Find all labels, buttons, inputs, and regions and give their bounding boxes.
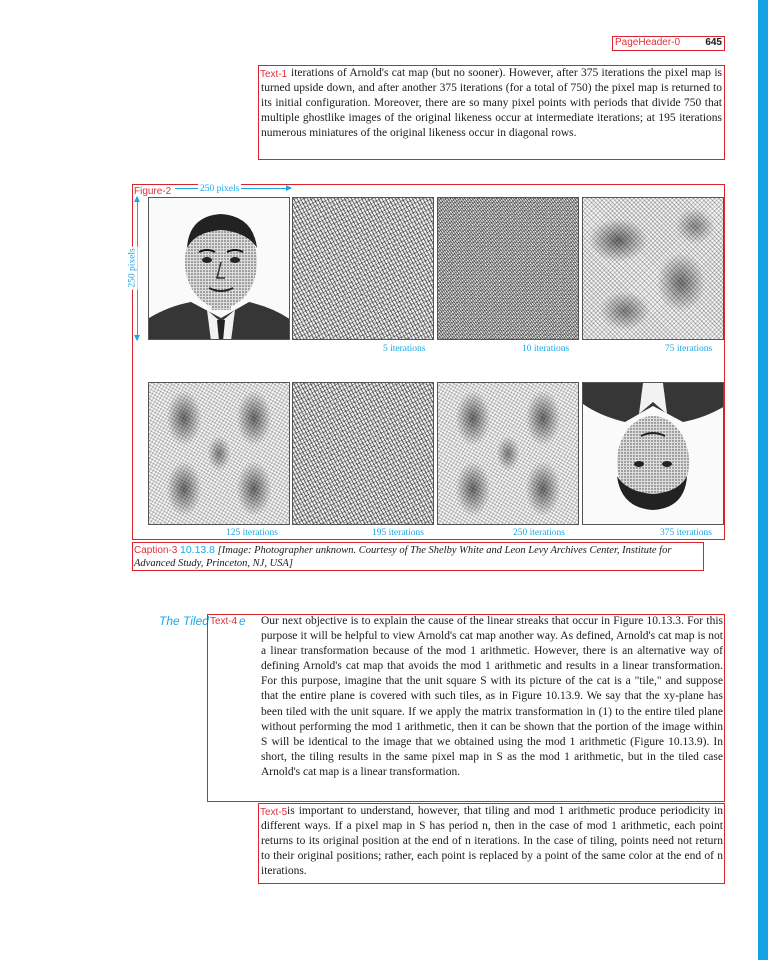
iter-label-125: 125 iterations	[226, 528, 278, 538]
text4-paragraph: Our next objective is to explain the cau…	[261, 615, 723, 778]
caption-number: 10.13.8	[179, 544, 216, 556]
iter-label-10: 10 iterations	[522, 344, 570, 354]
panel-375-iterations	[582, 382, 724, 525]
page-number: 645	[705, 37, 722, 48]
right-edge-bar	[758, 0, 768, 960]
height-label: 250 pixels	[127, 246, 138, 290]
upside-down-portrait-image	[583, 383, 723, 510]
iter-label-75: 75 iterations	[665, 344, 713, 354]
panel-10-iterations	[437, 197, 579, 340]
iter-label-195: 195 iterations	[372, 528, 424, 538]
text5-paragraph: is important to understand, however, tha…	[261, 805, 723, 878]
page-header-label: PageHeader-0	[614, 37, 682, 48]
text4-label: Text-4	[209, 616, 239, 627]
caption-text: [Image: Photographer unknown. Courtesy o…	[134, 545, 672, 569]
iter-label-5: 5 iterations	[383, 344, 426, 354]
portrait-panel	[148, 197, 290, 340]
text1-label: Text-1	[259, 69, 289, 80]
width-label: 250 pixels	[198, 184, 242, 194]
text1-paragraph: iterations of Arnold's cat map (but no s…	[261, 67, 722, 140]
panel-75-iterations	[582, 197, 724, 340]
section-heading-suffix: e	[239, 614, 246, 628]
caption: Caption-3 10.13.8 [Image: Photographer u…	[134, 544, 700, 570]
panel-125-iterations	[148, 382, 290, 525]
text5-label: Text-5	[259, 807, 289, 818]
portrait-image	[149, 214, 289, 339]
panel-5-iterations	[292, 197, 434, 340]
iter-label-375: 375 iterations	[660, 528, 712, 538]
iter-label-250: 250 iterations	[513, 528, 565, 538]
caption-label: Caption-3	[134, 545, 178, 556]
panel-250-iterations	[437, 382, 579, 525]
panel-195-iterations	[292, 382, 434, 525]
section-heading: The Tiled	[159, 614, 209, 628]
